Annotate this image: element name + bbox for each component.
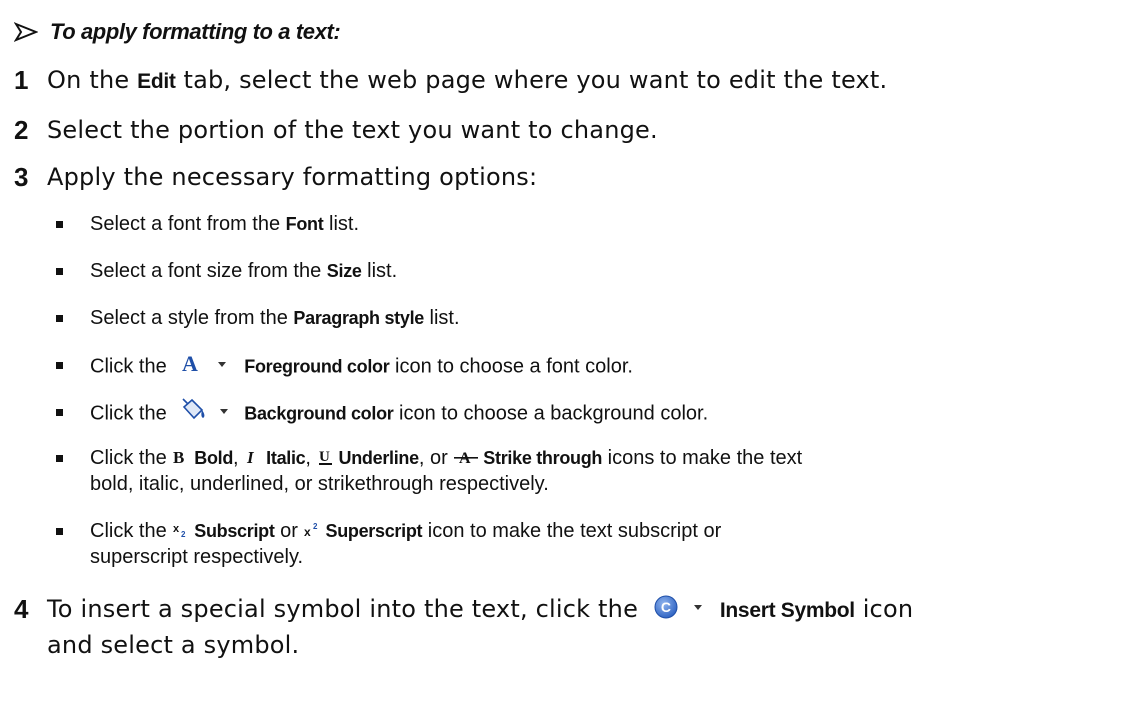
list-item-paragraph-style: Select a style from the Paragraph style … [56, 306, 460, 330]
strikethrough-icon: A [454, 450, 479, 466]
bullet-marker [56, 362, 63, 369]
ui-term-foreground-color: Foreground color [244, 356, 390, 377]
ui-term-background-color: Background color [244, 403, 394, 424]
procedure-title: To apply formatting to a text: [50, 19, 341, 44]
ui-term-superscript: Superscript [325, 521, 423, 541]
svg-text:A: A [182, 351, 198, 376]
list-item-background-color: Click the Background color icon to choos… [56, 398, 708, 428]
step-number: 4 [14, 594, 29, 624]
svg-text:U: U [319, 449, 330, 465]
ui-term-subscript: Subscript [194, 521, 275, 541]
bullet-marker [56, 268, 63, 275]
svg-text:C: C [661, 599, 671, 615]
step-text-continued: and select a symbol. [47, 631, 300, 659]
svg-text:x: x [173, 523, 180, 535]
svg-text:2: 2 [181, 530, 186, 539]
step-1: 1 On the Edit tab, select the web page w… [14, 63, 887, 99]
list-item-font: Select a font from the Font list. [56, 212, 359, 236]
ui-term-underline: Underline [338, 448, 420, 468]
step-4: 4 To insert a special symbol into the te… [14, 592, 913, 628]
ui-term-paragraph-style: Paragraph style [293, 308, 424, 328]
list-item-text-styles-continued: bold, italic, underlined, or strikethrou… [90, 473, 549, 495]
ui-term-edit: Edit [137, 70, 176, 93]
step-number: 1 [14, 65, 29, 95]
step-2: 2 Select the portion of the text you wan… [14, 113, 658, 147]
copyright-symbol-icon: C [654, 595, 702, 619]
list-item-sub-superscript-continued: superscript respectively. [90, 546, 304, 568]
step-number: 2 [14, 115, 29, 145]
ui-term-size: Size [326, 261, 362, 281]
list-item-size: Select a font size from the Size list. [56, 259, 397, 283]
step-text: To insert a special symbol into the text… [47, 595, 914, 623]
subscript-icon: x2 [173, 523, 186, 539]
svg-text:I: I [246, 448, 255, 466]
svg-text:2: 2 [313, 522, 318, 531]
ui-term-bold: Bold [194, 448, 234, 468]
ui-term-italic: Italic [266, 448, 306, 468]
procedure-heading: To apply formatting to a text: [14, 12, 341, 52]
italic-icon: I [246, 448, 255, 466]
ui-term-strike-through: Strike through [483, 448, 603, 468]
step-4-continued: and select a symbol. [14, 628, 299, 662]
list-item-foreground-color: Click the A Foreground color icon to cho… [56, 351, 633, 381]
svg-text:B: B [173, 448, 184, 466]
arrow-right-icon [14, 22, 38, 42]
font-color-icon: A [182, 351, 227, 376]
bullet-marker [56, 315, 63, 322]
fill-color-icon [182, 398, 229, 420]
step-number: 3 [14, 162, 29, 192]
bullet-marker [56, 221, 63, 228]
document-page: To apply formatting to a text: 1 On the … [0, 0, 1148, 719]
bold-icon: B [173, 448, 184, 466]
underline-icon: U [318, 449, 332, 465]
svg-text:x: x [304, 525, 311, 539]
bullet-marker [56, 409, 63, 416]
ui-term-insert-symbol: Insert Symbol [719, 599, 855, 622]
step-text: Select the portion of the text you want … [47, 116, 658, 144]
bullet-marker [56, 455, 63, 462]
ui-term-font: Font [285, 214, 324, 234]
superscript-icon: x2 [304, 522, 318, 539]
step-3: 3 Apply the necessary formatting options… [14, 160, 537, 194]
step-text: On the Edit tab, select the web page whe… [47, 66, 888, 94]
bullet-marker [56, 528, 63, 535]
step-text: Apply the necessary formatting options: [47, 163, 538, 191]
list-item-text-styles: Click the B Bold, I Italic, U Underline, or… [56, 446, 802, 470]
list-item-sub-superscript: Click the x 2 Subscript or x 2 Superscript i… [56, 519, 721, 543]
